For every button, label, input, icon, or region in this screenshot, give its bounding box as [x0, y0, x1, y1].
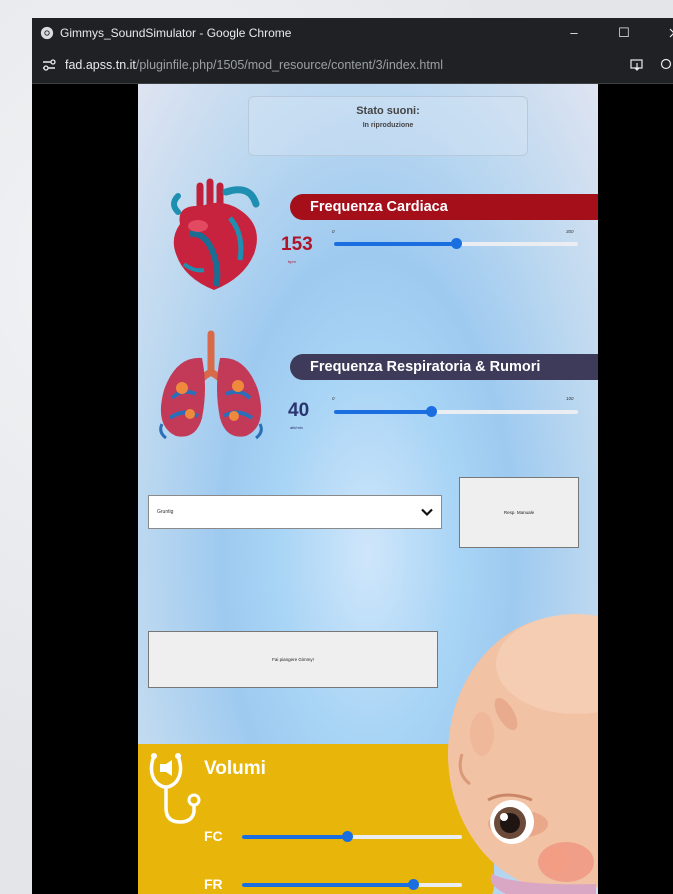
resp-rate-banner: Frequenza Respiratoria & Rumori [290, 354, 598, 380]
chrome-icon [40, 26, 54, 39]
resp-rate-slider-thumb[interactable] [426, 406, 438, 417]
title-bar: Gimmys_SoundSimulator - Google Chrome – … [32, 18, 673, 47]
volumes-panel: Volumi FC FR [138, 744, 494, 894]
heart-rate-slider-fill [334, 242, 456, 246]
fc-volume-slider-fill [242, 835, 348, 839]
fr-volume-slider-thumb[interactable] [408, 879, 420, 890]
fc-volume-label: FC [204, 828, 223, 844]
heart-rate-unit: bpm [288, 259, 296, 264]
window-title: Gimmys_SoundSimulator - Google Chrome [60, 25, 292, 40]
volumes-title: Volumi [204, 758, 266, 779]
sound-type-selected: Gruntig [157, 509, 174, 515]
status-value: In riproduzione [362, 122, 414, 129]
manual-resp-button[interactable]: Resp. Manuale [459, 477, 579, 548]
fr-volume-slider[interactable] [242, 879, 462, 890]
install-app-icon[interactable] [630, 47, 644, 83]
sound-type-select[interactable]: Gruntig [148, 495, 442, 529]
chrome-window: Gimmys_SoundSimulator - Google Chrome – … [32, 18, 673, 894]
zoom-icon[interactable] [660, 47, 673, 83]
resp-rate-unit: atti/min [290, 425, 303, 430]
fc-volume-slider-thumb[interactable] [342, 831, 354, 842]
fr-volume-label: FR [204, 876, 223, 892]
resp-rate-max: 100 [566, 396, 574, 401]
heart-rate-banner: Frequenza Cardiaca [290, 194, 598, 220]
minimize-button[interactable]: – [554, 18, 594, 47]
status-label: Stato suoni: [356, 105, 420, 117]
heart-rate-value: 153 [281, 234, 313, 255]
heart-icon [171, 178, 260, 290]
resp-rate-min: 0 [332, 396, 335, 401]
heart-rate-slider-thumb[interactable] [450, 238, 462, 249]
stethoscope-icon [149, 753, 201, 824]
cry-button[interactable]: Fai piangere Gimmy! [148, 631, 438, 688]
close-icon[interactable] [654, 18, 673, 47]
simulator-page: Stato suoni: In riproduzione Frequenza C… [138, 84, 598, 894]
heart-rate-slider[interactable] [334, 238, 578, 249]
site-settings-icon[interactable] [41, 57, 57, 73]
chevron-down-icon [421, 508, 433, 517]
url-host: fad.apss.tn.it [65, 58, 136, 72]
resp-rate-value: 40 [288, 400, 310, 421]
fr-volume-slider-fill [242, 883, 414, 887]
resp-rate-slider-fill [334, 410, 432, 414]
baby-character-image [448, 614, 598, 894]
heart-rate-max: 300 [566, 229, 574, 234]
sound-status-box: Stato suoni: In riproduzione [248, 96, 528, 156]
lungs-icon [159, 330, 263, 440]
page-viewport: Stato suoni: In riproduzione Frequenza C… [32, 84, 673, 894]
resp-rate-slider[interactable] [334, 406, 578, 417]
heart-rate-min: 0 [332, 229, 335, 234]
fc-volume-slider[interactable] [242, 831, 462, 842]
address-bar[interactable]: fad.apss.tn.it/pluginfile.php/1505/mod_r… [32, 47, 673, 84]
maximize-button[interactable]: ☐ [604, 18, 644, 47]
url-path: /pluginfile.php/1505/mod_resource/conten… [135, 58, 444, 72]
